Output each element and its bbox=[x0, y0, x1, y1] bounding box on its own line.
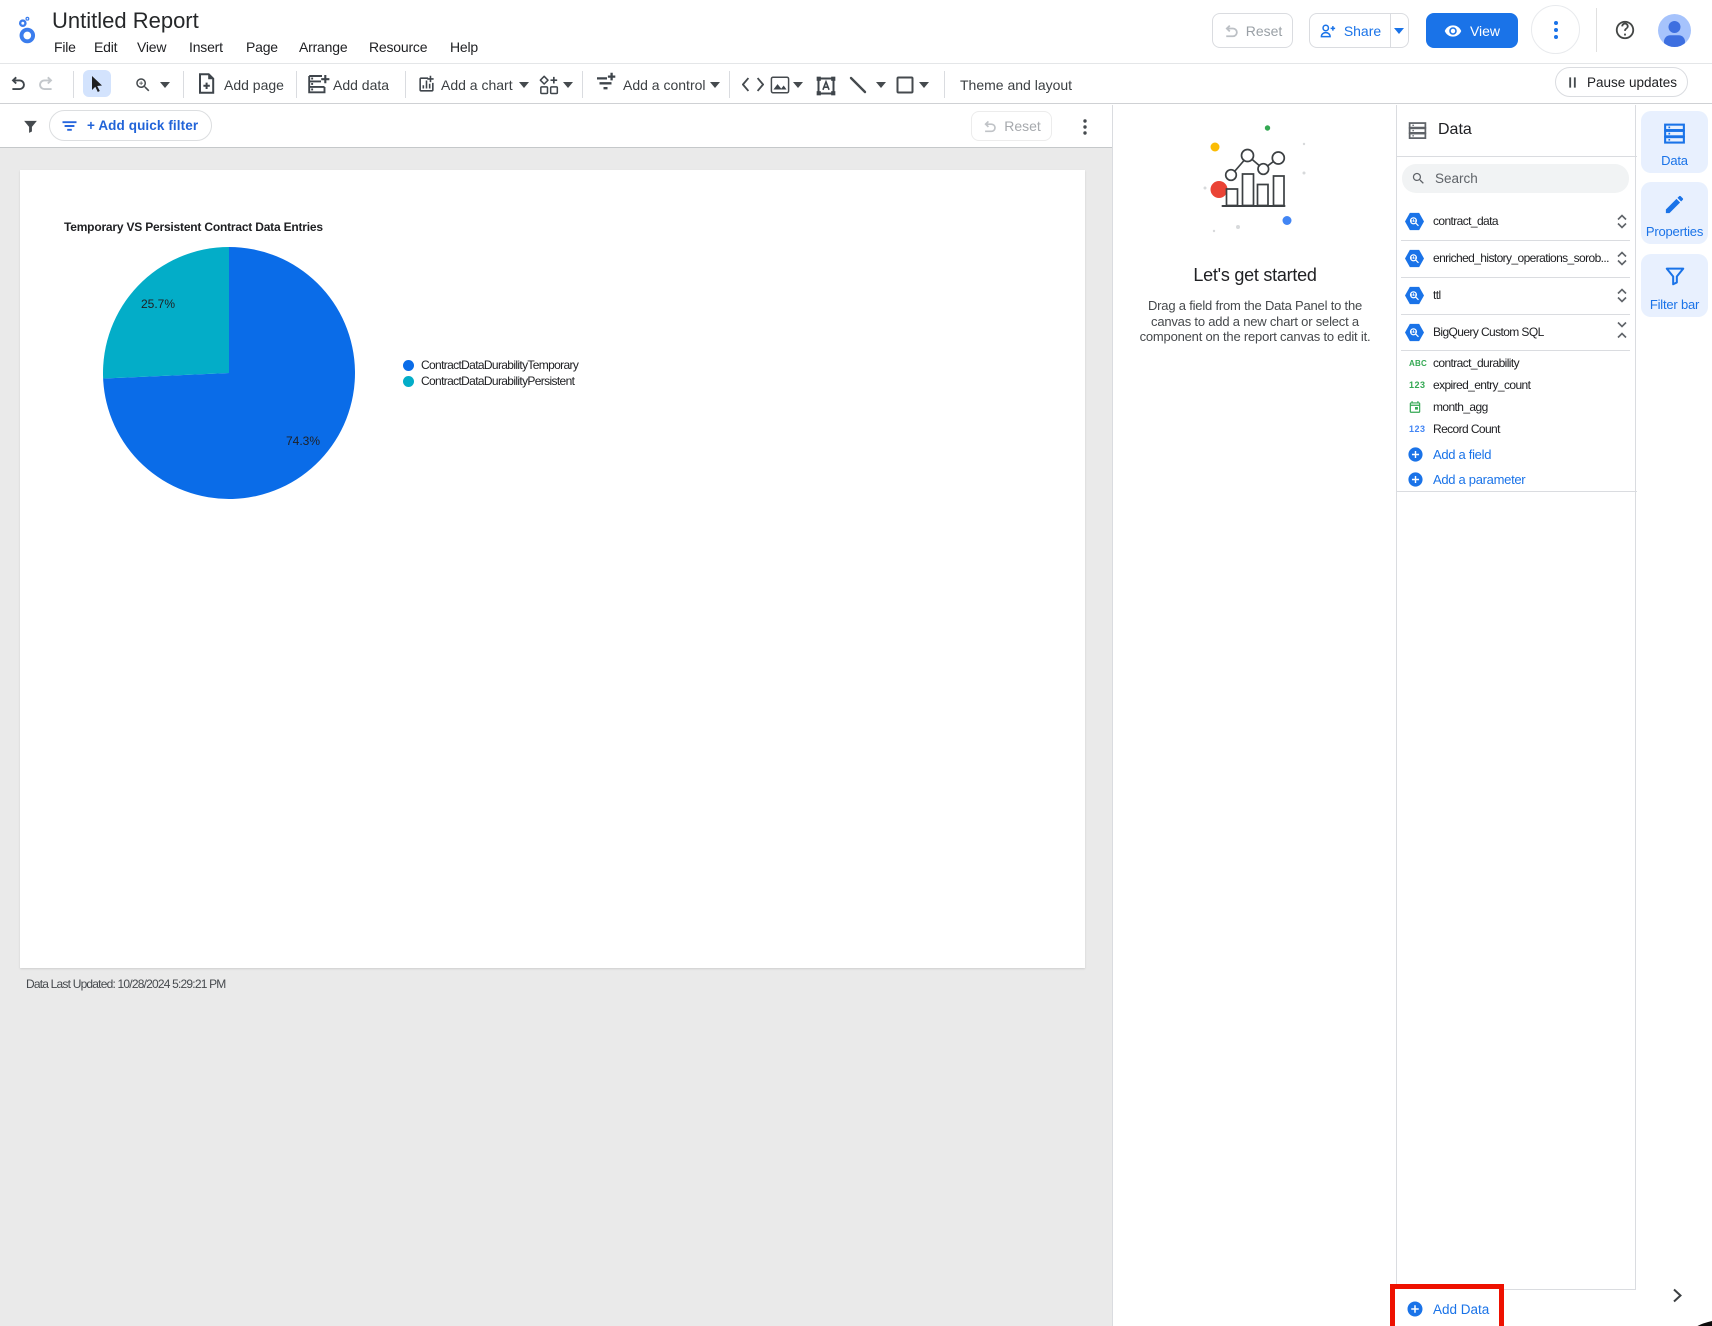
svg-text:74.3%: 74.3% bbox=[286, 434, 320, 448]
svg-text:25.7%: 25.7% bbox=[141, 297, 175, 311]
